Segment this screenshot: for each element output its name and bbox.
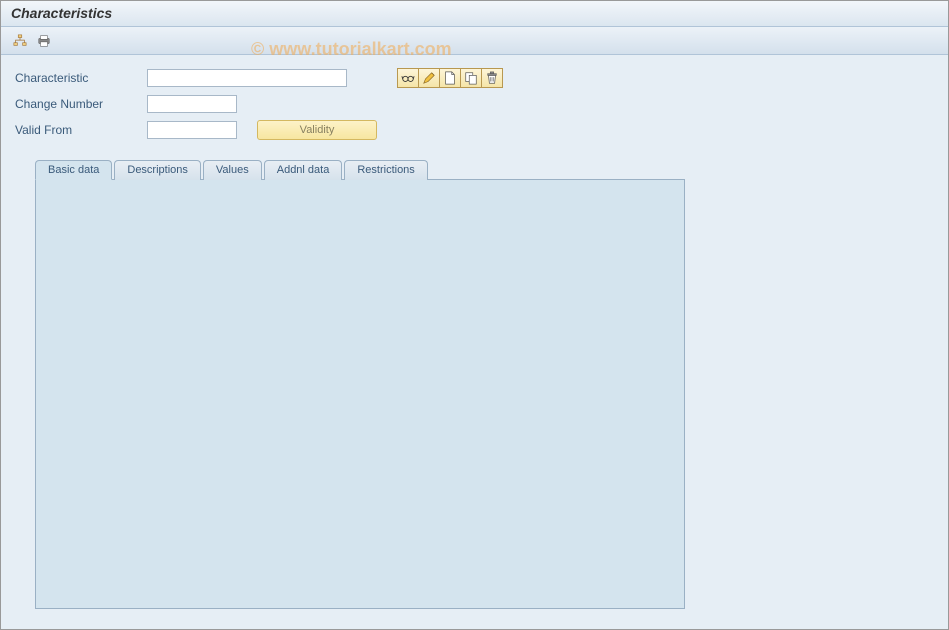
characteristic-label: Characteristic <box>15 71 147 85</box>
trash-icon <box>485 71 499 85</box>
tab-addnl-data[interactable]: Addnl data <box>264 160 343 180</box>
display-button[interactable] <box>397 68 419 88</box>
copy-button[interactable] <box>460 68 482 88</box>
tabstrip: Basic data Descriptions Values Addnl dat… <box>35 159 934 609</box>
row-characteristic: Characteristic <box>15 67 934 89</box>
structure-button[interactable] <box>11 32 29 50</box>
tabs-row: Basic data Descriptions Values Addnl dat… <box>35 159 934 179</box>
change-button[interactable] <box>418 68 440 88</box>
tab-panel <box>35 179 685 609</box>
change-number-label: Change Number <box>15 97 147 111</box>
page-icon <box>443 71 457 85</box>
print-icon <box>37 34 51 48</box>
form-area: Characteristic <box>1 55 948 609</box>
action-icon-row <box>397 68 503 88</box>
structure-icon <box>13 34 27 48</box>
glasses-icon <box>401 71 415 85</box>
print-button[interactable] <box>35 32 53 50</box>
tab-basic-data[interactable]: Basic data <box>35 160 112 180</box>
validity-button[interactable]: Validity <box>257 120 377 140</box>
page-title: Characteristics <box>11 5 112 21</box>
tab-restrictions[interactable]: Restrictions <box>344 160 427 180</box>
valid-from-input[interactable] <box>147 121 237 139</box>
tab-descriptions[interactable]: Descriptions <box>114 160 201 180</box>
create-button[interactable] <box>439 68 461 88</box>
title-bar: Characteristics <box>1 1 948 27</box>
change-number-input[interactable] <box>147 95 237 113</box>
row-change-number: Change Number <box>15 93 934 115</box>
pencil-icon <box>422 71 436 85</box>
row-valid-from: Valid From Validity <box>15 119 934 141</box>
valid-from-label: Valid From <box>15 123 147 137</box>
app-toolbar <box>1 27 948 55</box>
tab-values[interactable]: Values <box>203 160 262 180</box>
copy-icon <box>464 71 478 85</box>
delete-button[interactable] <box>481 68 503 88</box>
characteristic-input[interactable] <box>147 69 347 87</box>
